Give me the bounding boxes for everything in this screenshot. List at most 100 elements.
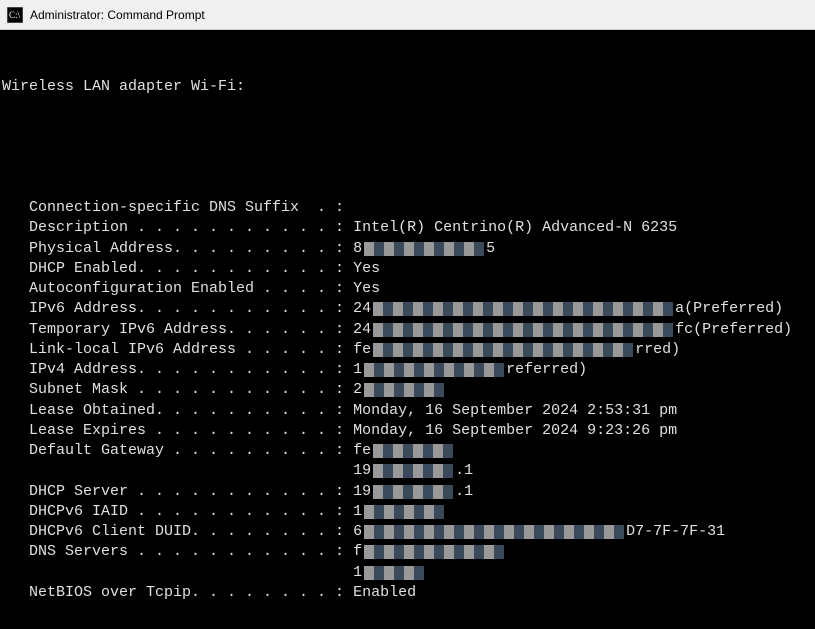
- table-row: 19.1: [2, 461, 813, 481]
- window-title: Administrator: Command Prompt: [30, 8, 205, 22]
- table-row: Lease Obtained. . . . . . . . . . : Mond…: [2, 401, 813, 421]
- row-label: Subnet Mask . . . . . . . . . . . :: [2, 380, 353, 400]
- cmd-icon: C:\: [6, 6, 24, 24]
- table-row: Link-local IPv6 Address . . . . . : fe rr…: [2, 340, 813, 360]
- row-value: Monday, 16 September 2024 2:53:31 pm: [353, 401, 677, 421]
- redacted-block: [364, 545, 504, 559]
- value-suffix: .1: [455, 482, 473, 502]
- table-row: Connection-specific DNS Suffix . :: [2, 198, 813, 218]
- redacted-block: [364, 525, 624, 539]
- value-prefix: 19: [353, 461, 371, 481]
- row-label: IPv6 Address. . . . . . . . . . . :: [2, 299, 353, 319]
- row-value: f: [353, 542, 506, 562]
- row-label: Default Gateway . . . . . . . . . :: [2, 441, 353, 461]
- value-prefix: f: [353, 542, 362, 562]
- value-prefix: fe: [353, 340, 371, 360]
- value-prefix: 6: [353, 522, 362, 542]
- row-label: NetBIOS over Tcpip. . . . . . . . :: [2, 583, 353, 603]
- redacted-block: [373, 323, 673, 337]
- row-label: Connection-specific DNS Suffix . :: [2, 198, 344, 218]
- row-value: 85: [353, 239, 495, 259]
- row-value: Yes: [353, 279, 380, 299]
- table-row: DHCPv6 Client DUID. . . . . . . . : 6 D7-…: [2, 522, 813, 542]
- row-label: DHCPv6 IAID . . . . . . . . . . . :: [2, 502, 353, 522]
- row-label: Lease Expires . . . . . . . . . . :: [2, 421, 353, 441]
- value-suffix: referred): [506, 360, 587, 380]
- table-row: Temporary IPv6 Address. . . . . . : 24 fc…: [2, 320, 813, 340]
- row-label: DNS Servers . . . . . . . . . . . :: [2, 542, 353, 562]
- row-label: [2, 461, 353, 481]
- row-label: DHCPv6 Client DUID. . . . . . . . :: [2, 522, 353, 542]
- redacted-block: [373, 485, 453, 499]
- table-row: Autoconfiguration Enabled . . . . : Yes: [2, 279, 813, 299]
- redacted-block: [373, 343, 633, 357]
- table-row: Subnet Mask . . . . . . . . . . . : 2: [2, 380, 813, 400]
- redacted-block: [364, 383, 444, 397]
- value-suffix: fc(Preferred): [675, 320, 792, 340]
- redacted-block: [364, 505, 444, 519]
- row-value: Yes: [353, 259, 380, 279]
- table-row: Description . . . . . . . . . . . : Inte…: [2, 218, 813, 238]
- row-value: 24 fc(Preferred): [353, 320, 792, 340]
- row-label: Description . . . . . . . . . . . :: [2, 218, 353, 238]
- redacted-block: [373, 464, 453, 478]
- adapter-header-text: Wireless LAN adapter Wi-Fi:: [2, 77, 245, 97]
- redacted-block: [364, 363, 504, 377]
- row-value: 6 D7-7F-7F-31: [353, 522, 725, 542]
- table-row: DHCPv6 IAID . . . . . . . . . . . : 1: [2, 502, 813, 522]
- redacted-block: [373, 444, 453, 458]
- redacted-block: [373, 302, 673, 316]
- table-row: DHCP Server . . . . . . . . . . . : 19.1: [2, 482, 813, 502]
- row-label: [2, 563, 353, 583]
- terminal-output[interactable]: Wireless LAN adapter Wi-Fi: Connection-s…: [0, 30, 815, 629]
- value-prefix: 19: [353, 482, 371, 502]
- adapter-header: Wireless LAN adapter Wi-Fi:: [2, 77, 813, 97]
- value-prefix: 24: [353, 299, 371, 319]
- value-prefix: 1: [353, 502, 362, 522]
- redacted-block: [364, 242, 484, 256]
- row-value: 24 a(Preferred): [353, 299, 783, 319]
- table-row: NetBIOS over Tcpip. . . . . . . . : Enab…: [2, 583, 813, 603]
- value-prefix: 24: [353, 320, 371, 340]
- row-label: Temporary IPv6 Address. . . . . . :: [2, 320, 353, 340]
- value-prefix: fe: [353, 441, 371, 461]
- value-suffix: rred): [635, 340, 680, 360]
- table-row: Lease Expires . . . . . . . . . . : Mond…: [2, 421, 813, 441]
- redacted-block: [364, 566, 424, 580]
- row-value: 1: [353, 502, 446, 522]
- blank-line: [2, 137, 813, 157]
- row-label: Link-local IPv6 Address . . . . . :: [2, 340, 353, 360]
- row-value: 19.1: [353, 482, 473, 502]
- table-row: IPv6 Address. . . . . . . . . . . : 24 a(…: [2, 299, 813, 319]
- row-label: IPv4 Address. . . . . . . . . . . :: [2, 360, 353, 380]
- table-row: DHCP Enabled. . . . . . . . . . . : Yes: [2, 259, 813, 279]
- value-suffix: a(Preferred): [675, 299, 783, 319]
- table-row: DNS Servers . . . . . . . . . . . : f: [2, 542, 813, 562]
- row-value: Monday, 16 September 2024 9:23:26 pm: [353, 421, 677, 441]
- row-label: Physical Address. . . . . . . . . :: [2, 239, 353, 259]
- table-row: 1: [2, 563, 813, 583]
- titlebar: C:\ Administrator: Command Prompt: [0, 0, 815, 30]
- row-label: Lease Obtained. . . . . . . . . . :: [2, 401, 353, 421]
- svg-text:C:\: C:\: [9, 10, 21, 20]
- value-suffix: .1: [455, 461, 473, 481]
- row-value: 1 referred): [353, 360, 587, 380]
- value-prefix: 2: [353, 380, 362, 400]
- table-row: Physical Address. . . . . . . . . : 85: [2, 239, 813, 259]
- row-value: fe rred): [353, 340, 680, 360]
- row-value: Enabled: [353, 583, 416, 603]
- row-value: 19.1: [353, 461, 473, 481]
- row-value: fe: [353, 441, 455, 461]
- value-prefix: 1: [353, 360, 362, 380]
- table-row: Default Gateway . . . . . . . . . : fe: [2, 441, 813, 461]
- value-prefix: 1: [353, 563, 362, 583]
- value-suffix: 5: [486, 239, 495, 259]
- value-prefix: 8: [353, 239, 362, 259]
- row-value: 2: [353, 380, 446, 400]
- row-label: DHCP Enabled. . . . . . . . . . . :: [2, 259, 353, 279]
- row-value: Intel(R) Centrino(R) Advanced-N 6235: [353, 218, 677, 238]
- row-label: DHCP Server . . . . . . . . . . . :: [2, 482, 353, 502]
- table-row: IPv4 Address. . . . . . . . . . . : 1 ref…: [2, 360, 813, 380]
- value-suffix: D7-7F-7F-31: [626, 522, 725, 542]
- row-value: 1: [353, 563, 426, 583]
